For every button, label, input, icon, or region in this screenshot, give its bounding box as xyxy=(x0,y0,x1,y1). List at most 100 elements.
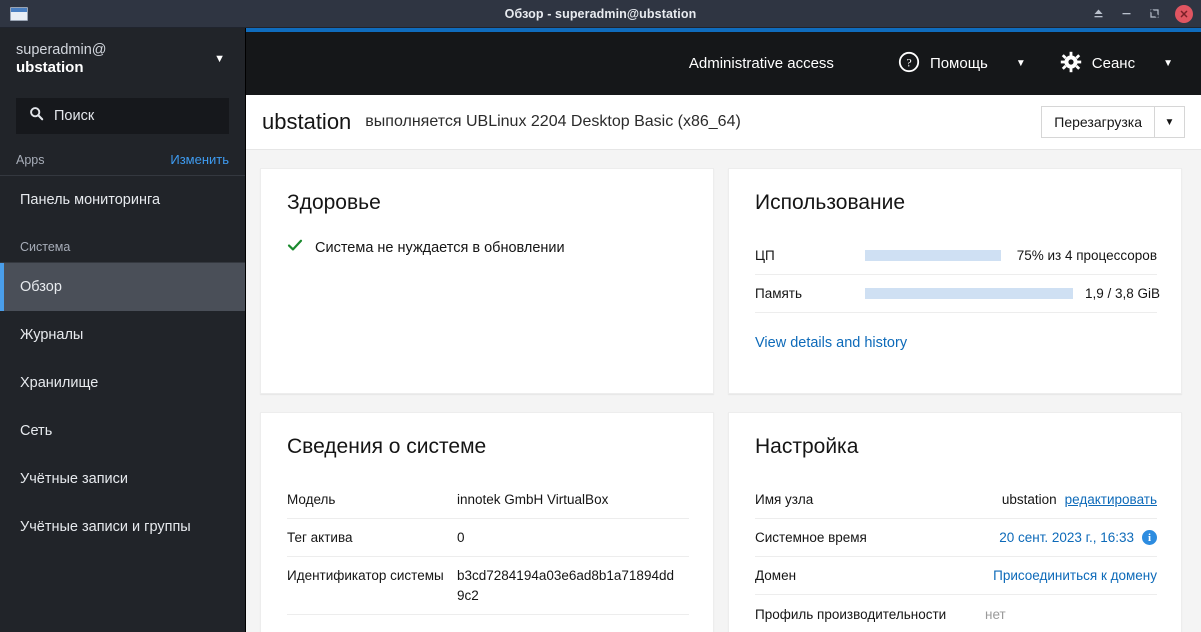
join-domain-link[interactable]: Присоединиться к домену xyxy=(993,568,1157,583)
help-menu[interactable]: ? Помощь ▼ xyxy=(892,51,1032,77)
row-value: нет xyxy=(985,606,1006,622)
gear-icon xyxy=(1060,51,1082,77)
chevron-down-icon[interactable]: ▼ xyxy=(214,53,229,65)
window-icon xyxy=(10,6,28,21)
restart-button[interactable]: Перезагрузка xyxy=(1042,107,1154,137)
row-label: Идентификатор системы xyxy=(287,568,444,583)
restart-dropdown-toggle[interactable]: ▼ xyxy=(1154,107,1184,137)
sidebar-item-label: Учётные записи xyxy=(20,471,129,487)
table-row: Домен Присоединиться к домену xyxy=(755,557,1157,595)
help-menu-label: Помощь xyxy=(929,55,988,72)
sidebar-item-dashboard[interactable]: Панель мониторинга xyxy=(0,176,245,224)
chevron-down-icon: ▼ xyxy=(1015,58,1026,69)
sidebar-item-logs[interactable]: Журналы xyxy=(0,311,245,359)
usage-row-cpu: ЦП 75% из 4 процессоров xyxy=(755,237,1157,275)
usage-row-label: ЦП xyxy=(755,248,775,263)
sidebar: superadmin@ ubstation ▼ Apps Изменить Па… xyxy=(0,28,246,632)
page-title: ubstation xyxy=(262,109,352,134)
view-details-and-history-link[interactable]: View details and history xyxy=(755,335,1157,351)
sidebar-item-label: Сеть xyxy=(20,423,53,439)
window-title: Обзор - superadmin@ubstation xyxy=(504,6,697,21)
info-icon[interactable]: i xyxy=(1142,530,1157,545)
system-information-card-title: Сведения о системе xyxy=(287,435,487,458)
table-row: Модель innotek GmbH VirtualBox xyxy=(287,481,689,519)
window-titlebar: Обзор - superadmin@ubstation xyxy=(0,0,1201,28)
check-icon xyxy=(287,237,303,258)
account-host: ubstation xyxy=(16,58,84,76)
chevron-down-icon: ▼ xyxy=(1163,58,1173,69)
configuration-card-title: Настройка xyxy=(755,435,859,458)
health-status-text: Система не нуждается в обновлении xyxy=(315,239,565,256)
apps-edit-link[interactable]: Изменить xyxy=(170,152,229,167)
table-row: Имя узла ubstation редактировать xyxy=(755,481,1157,519)
table-row: Идентификатор системы b3cd7284194a03e6ad… xyxy=(287,557,689,616)
account-user: superadmin@ xyxy=(16,41,107,58)
sidebar-item-label: Хранилище xyxy=(20,375,99,391)
apps-group-header: Apps Изменить xyxy=(0,134,245,176)
memory-progress-track xyxy=(865,288,1073,299)
administrative-access-label: Administrative access xyxy=(688,55,834,72)
health-status-row: Система не нуждается в обновлении xyxy=(287,237,689,258)
apps-group-title: Apps xyxy=(16,152,45,167)
cpu-progress-track xyxy=(865,250,1001,261)
row-value: 0 xyxy=(457,530,465,545)
sidebar-item-overview[interactable]: Обзор xyxy=(0,263,245,311)
close-icon[interactable] xyxy=(1175,4,1193,23)
minimize-icon[interactable] xyxy=(1113,3,1139,25)
help-circle-icon: ? xyxy=(898,51,920,77)
row-label: Тег актива xyxy=(287,530,353,545)
usage-row-memory: Память 1,9 / 3,8 GiB xyxy=(755,275,1161,313)
row-value: innotek GmbH VirtualBox xyxy=(457,492,609,507)
session-menu[interactable]: Сеанс ▼ xyxy=(1054,51,1179,77)
row-value-group: Присоединиться к домену xyxy=(925,568,1157,583)
table-row: Профиль производительности нет xyxy=(755,595,1157,632)
session-menu-label: Сеанс xyxy=(1091,55,1136,72)
sidebar-item-accounts[interactable]: Учётные записи xyxy=(0,455,245,503)
main-content: Administrative access ? Помощь ▼ Сеанс ▼… xyxy=(246,28,1201,632)
account-switcher[interactable]: superadmin@ ubstation ▼ xyxy=(0,28,245,90)
sidebar-item-label: Панель мониторинга xyxy=(20,192,161,208)
row-label: Имя узла xyxy=(755,492,814,507)
svg-text:?: ? xyxy=(906,55,911,69)
row-label: Профиль производительности xyxy=(755,606,947,622)
row-label: Модель xyxy=(287,492,336,507)
usage-card-title: Использование xyxy=(755,191,906,214)
health-card-title: Здоровье xyxy=(287,191,381,214)
page-header: ubstation выполняется UBLinux 2204 Deskt… xyxy=(246,95,1201,150)
row-value-group: 20 сент. 2023 г., 16:33 i xyxy=(925,530,1157,545)
sidebar-item-label: Обзор xyxy=(20,279,62,295)
sidebar-item-network[interactable]: Сеть xyxy=(0,407,245,455)
row-value-group: ubstation редактировать xyxy=(925,492,1157,507)
sidebar-item-label: Учётные записи и группы xyxy=(20,519,191,535)
system-group-title: Система xyxy=(20,240,71,254)
cards-grid: Здоровье Система не нуждается в обновлен… xyxy=(246,150,1201,632)
page-subtitle: выполняется UBLinux 2204 Desktop Basic (… xyxy=(365,113,741,130)
usage-card: Использование ЦП 75% из 4 процессоров Па… xyxy=(728,168,1182,394)
search-container xyxy=(0,90,245,134)
sidebar-item-storage[interactable]: Хранилище xyxy=(0,359,245,407)
row-label: Системное время xyxy=(755,530,867,545)
top-navigation: Administrative access ? Помощь ▼ Сеанс ▼ xyxy=(246,32,1201,95)
hostname-value: ubstation xyxy=(1001,492,1057,507)
search-box[interactable] xyxy=(16,98,241,134)
table-row: Системное время 20 сент. 2023 г., 16:33 … xyxy=(755,519,1157,557)
restore-icon[interactable] xyxy=(1141,3,1167,25)
shade-icon[interactable] xyxy=(1085,3,1111,25)
sidebar-item-accounts-and-groups[interactable]: Учётные записи и группы xyxy=(0,503,245,551)
configuration-card: Настройка Имя узла ubstation редактирова… xyxy=(728,412,1182,632)
account-text: superadmin@ ubstation xyxy=(16,41,106,78)
system-time-link[interactable]: 20 сент. 2023 г., 16:33 xyxy=(999,530,1134,545)
usage-row-value: 75% из 4 процессоров xyxy=(1016,248,1157,263)
restart-button-group: Перезагрузка ▼ xyxy=(1041,106,1185,138)
system-information-card: Сведения о системе Модель innotek GmbH V… xyxy=(260,412,714,632)
usage-row-label: Память xyxy=(755,286,803,301)
health-card: Здоровье Система не нуждается в обновлен… xyxy=(260,168,714,394)
sidebar-item-label: Журналы xyxy=(20,327,84,343)
row-value: b3cd7284194a03e6ad8b1a71894dd9c2 xyxy=(457,568,674,603)
row-label: Домен xyxy=(755,568,797,583)
search-input[interactable] xyxy=(54,108,241,124)
table-row: Тег актива 0 xyxy=(287,519,689,557)
usage-row-value: 1,9 / 3,8 GiB xyxy=(1085,286,1161,301)
edit-hostname-link[interactable]: редактировать xyxy=(1065,492,1157,507)
window-controls xyxy=(1085,3,1201,25)
